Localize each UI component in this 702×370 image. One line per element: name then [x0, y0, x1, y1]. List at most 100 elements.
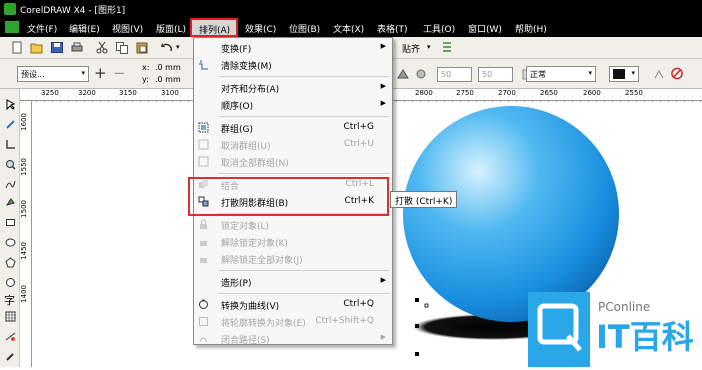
menu-item-order[interactable]: 顺序(O) ▶ [194, 96, 392, 113]
ruler-tick: 3100 [161, 89, 179, 97]
copy-shadow-icon[interactable] [652, 68, 666, 81]
new-icon[interactable] [10, 41, 24, 54]
menu-item-convert-to-curves[interactable]: 转换为曲线(V) Ctrl+Q [194, 296, 392, 313]
menu-item-shortcut: Ctrl+G [343, 122, 374, 132]
menu-item-unlock[interactable]: 解除锁定对象(K) [194, 233, 392, 250]
add-preset-icon[interactable]: + [94, 64, 107, 82]
ruler-tick: 3150 [119, 89, 137, 97]
remove-preset-icon[interactable]: − [113, 64, 126, 82]
menu-table[interactable]: 表格(T) [377, 22, 408, 35]
menu-item-unlock-all[interactable]: 解除锁定全部对象(J) [194, 250, 392, 267]
smart-fill-icon[interactable] [5, 197, 16, 208]
menu-item-label: 锁定对象(L) [221, 222, 270, 232]
table-tool-icon[interactable] [5, 311, 16, 322]
menu-item-transform[interactable]: 变换(F) ▶ [194, 39, 392, 56]
menu-item-align-distribute[interactable]: 对齐和分布(A) ▶ [194, 79, 392, 96]
menu-effects[interactable]: 效果(C) [245, 22, 276, 35]
menu-window[interactable]: 窗口(W) [468, 22, 502, 35]
ruler-tick: 1400 [20, 285, 28, 303]
outline-object-icon [199, 317, 208, 326]
blue-sphere[interactable] [403, 106, 619, 322]
menu-item-ungroup[interactable]: 取消群组(U) Ctrl+U [194, 136, 392, 153]
menu-item-ungroup-all[interactable]: 取消全部群组(N) [194, 153, 392, 170]
shadow-dir-icon[interactable] [414, 68, 428, 81]
zoom-tool-icon[interactable] [5, 159, 16, 170]
ruler-tick: 1550 [20, 158, 28, 176]
shadow-opacity-input[interactable]: 50 [437, 67, 472, 82]
cut-icon[interactable] [95, 41, 109, 54]
merge-mode-select[interactable]: 正常 ▾ [526, 66, 596, 82]
undo-dropdown-icon[interactable]: ▾ [176, 43, 180, 51]
watermark: PConline IT百科 [528, 292, 702, 367]
submenu-arrow-icon: ▶ [380, 42, 386, 50]
menu-item-label: 变换(F) [221, 45, 252, 55]
basic-shapes-icon[interactable] [5, 277, 16, 288]
polygon-tool-icon[interactable] [5, 257, 16, 268]
undo-icon[interactable] [160, 41, 174, 54]
eyedropper-icon[interactable] [5, 351, 16, 362]
rectangle-tool-icon[interactable] [5, 217, 16, 228]
ruler-tick: 2600 [583, 89, 601, 97]
menu-item-close-path[interactable]: 闭合路径(S) ▶ [194, 330, 392, 347]
save-icon[interactable] [50, 41, 64, 54]
print-icon[interactable] [70, 41, 84, 54]
shadow-handle[interactable] [424, 303, 429, 308]
menu-item-clear-transform[interactable]: 清除变换(M) [194, 56, 392, 73]
snap-chevron-icon[interactable]: ▾ [427, 43, 431, 51]
menu-layout[interactable]: 版面(L) [156, 22, 186, 35]
shadow-color-picker[interactable]: ▾ [609, 66, 639, 82]
menu-text[interactable]: 文本(X) [333, 22, 364, 35]
menu-separator [218, 76, 390, 77]
options-icon[interactable] [440, 41, 454, 54]
preset-select[interactable]: 预设... ▾ [17, 66, 89, 82]
submenu-arrow-icon: ▶ [380, 99, 386, 107]
menu-file[interactable]: 文件(F) [27, 22, 57, 35]
menu-arrange[interactable]: 排列(A) [190, 18, 238, 37]
shadow-fill-icon[interactable] [396, 68, 410, 81]
menu-item-lock[interactable]: 锁定对象(L) [194, 216, 392, 233]
menu-help[interactable]: 帮助(H) [515, 22, 547, 35]
doc-icon [5, 21, 19, 33]
snap-to-dropdown[interactable]: 贴齐 [402, 42, 420, 55]
menu-item-label: 闭合路径(S) [221, 336, 270, 346]
y-input[interactable]: .0 mm [155, 75, 181, 84]
menu-item-shortcut: Ctrl+Q [343, 299, 374, 309]
group-icon [198, 122, 209, 133]
menu-tools[interactable]: 工具(O) [423, 22, 455, 35]
selection-handle[interactable] [415, 298, 419, 302]
dimension-tool-icon[interactable] [5, 331, 16, 342]
shape-tool-icon[interactable] [5, 119, 16, 130]
ruler-tick: 1600 [20, 113, 28, 131]
menu-bar: 文件(F) 编辑(E) 视图(V) 版面(L) 排列(A) 效果(C) 位图(B… [0, 18, 702, 37]
freehand-tool-icon[interactable] [5, 179, 16, 190]
menu-item-group[interactable]: 群组(G) Ctrl+G [194, 119, 392, 136]
selection-handle[interactable] [415, 324, 419, 328]
ellipse-tool-icon[interactable] [5, 237, 16, 248]
ungroup-all-icon [198, 156, 209, 167]
menu-item-label: 顺序(O) [221, 102, 254, 112]
paste-icon[interactable] [135, 41, 149, 54]
selection-handle[interactable] [415, 352, 419, 356]
menu-bitmaps[interactable]: 位图(B) [289, 22, 320, 35]
unlock-icon [200, 241, 207, 246]
chevron-down-icon: ▾ [588, 69, 592, 77]
menu-edit[interactable]: 编辑(E) [69, 22, 100, 35]
submenu-arrow-icon: ▶ [380, 333, 386, 341]
clear-shadow-icon[interactable] [670, 67, 684, 80]
menu-item-label: 清除变换(M) [221, 62, 272, 72]
crop-tool-icon[interactable] [5, 139, 16, 150]
shadow-feather-input[interactable]: 50 [478, 67, 513, 82]
menu-item-outline-to-object[interactable]: 将轮廓转换为对象(E) Ctrl+Shift+Q [194, 313, 392, 330]
merge-mode-value: 正常 [530, 70, 546, 79]
highlight-box [188, 177, 389, 216]
x-input[interactable]: .0 mm [155, 63, 181, 72]
pick-tool-icon[interactable] [5, 99, 16, 110]
text-tool-icon[interactable]: 字 [4, 292, 15, 308]
ungroup-icon [198, 139, 209, 150]
menu-view[interactable]: 视图(V) [112, 22, 143, 35]
feather-value: 50 [482, 70, 493, 79]
copy-icon[interactable] [115, 41, 129, 54]
open-icon[interactable] [30, 41, 44, 54]
menu-item-shaping[interactable]: 造形(P) ▶ [194, 273, 392, 290]
menu-separator [218, 270, 390, 271]
